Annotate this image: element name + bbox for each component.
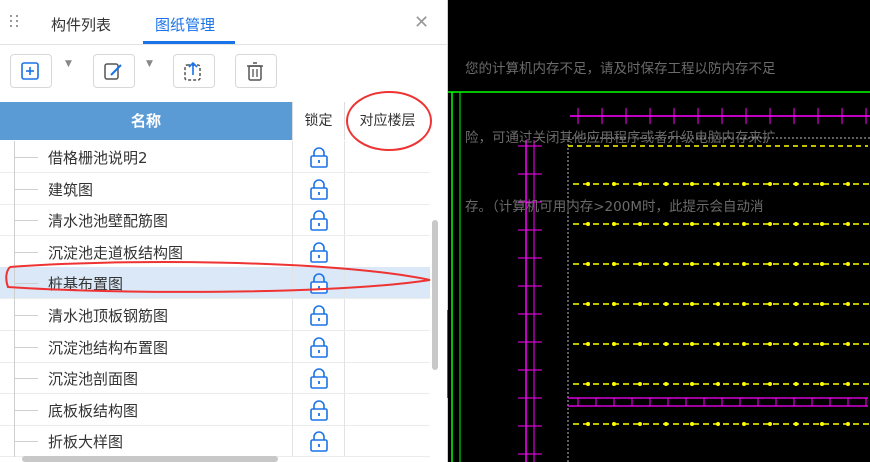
cad-pile-marker xyxy=(794,302,798,306)
cad-pile-marker xyxy=(716,302,720,306)
cad-pile-marker xyxy=(820,422,824,426)
cad-pile-marker xyxy=(612,302,616,306)
cad-pile-marker xyxy=(690,302,694,306)
cad-pile-marker xyxy=(742,302,746,306)
horizontal-scrollbar[interactable] xyxy=(22,456,278,462)
vertical-scrollbar[interactable] xyxy=(432,220,438,370)
cad-pile-marker xyxy=(612,382,616,386)
cad-pile-marker xyxy=(716,342,720,346)
low-memory-warning: 您的计算机内存不足，请及时保存工程以防内存不足 险，可通过关闭其他应用程序或者升… xyxy=(465,12,870,265)
cad-pile-marker xyxy=(690,342,694,346)
cad-pile-marker xyxy=(768,342,772,346)
cad-pile-marker xyxy=(638,382,642,386)
cad-pile-marker xyxy=(846,422,850,426)
cad-pile-marker xyxy=(612,342,616,346)
drawing-panel: 构件列表 图纸管理 ✕ ▼ ▼ 名称 锁定 对应楼层 借格栅池说明2 建筑图 清… xyxy=(0,0,448,462)
cad-pile-marker xyxy=(664,342,668,346)
cad-pile-marker xyxy=(846,342,850,346)
cad-pile-marker xyxy=(638,302,642,306)
cad-pile-marker xyxy=(586,302,590,306)
cad-pile-marker xyxy=(768,302,772,306)
cad-pile-marker xyxy=(794,342,798,346)
annotation-layer xyxy=(5,91,432,293)
cad-pile-marker xyxy=(690,422,694,426)
cad-pile-marker xyxy=(742,382,746,386)
cad-pile-marker xyxy=(742,422,746,426)
cad-pile-marker xyxy=(768,382,772,386)
cad-canvas[interactable]: 您的计算机内存不足，请及时保存工程以防内存不足 险，可通过关闭其他应用程序或者升… xyxy=(448,0,870,462)
cad-pile-marker xyxy=(846,302,850,306)
cad-pile-marker xyxy=(794,382,798,386)
cad-pile-marker xyxy=(638,422,642,426)
cad-pile-marker xyxy=(586,422,590,426)
cad-pile-marker xyxy=(794,422,798,426)
warning-line: 存。（计算机可用内存>200M时，此提示会自动消 xyxy=(465,199,764,215)
cad-pile-marker xyxy=(716,382,720,386)
annotation-underline-selected-row xyxy=(5,261,431,293)
warning-line: 险，可通过关闭其他应用程序或者升级电脑内存来扩 xyxy=(465,130,776,146)
cad-pile-marker xyxy=(716,422,720,426)
cad-pile-marker xyxy=(638,342,642,346)
cad-pile-marker xyxy=(846,382,850,386)
cad-pile-marker xyxy=(768,422,772,426)
annotation-circle-floor-column xyxy=(346,91,432,151)
warning-line: 您的计算机内存不足，请及时保存工程以防内存不足 xyxy=(465,61,776,77)
cad-pile-marker xyxy=(820,382,824,386)
cad-pile-marker xyxy=(742,342,746,346)
cad-pile-marker xyxy=(690,382,694,386)
cad-pile-marker xyxy=(586,382,590,386)
cad-pile-marker xyxy=(664,422,668,426)
cad-pile-marker xyxy=(664,302,668,306)
cad-pile-marker xyxy=(820,302,824,306)
cad-pile-marker xyxy=(586,342,590,346)
cad-pile-marker xyxy=(612,422,616,426)
cad-pile-marker xyxy=(664,382,668,386)
cad-pile-marker xyxy=(820,342,824,346)
